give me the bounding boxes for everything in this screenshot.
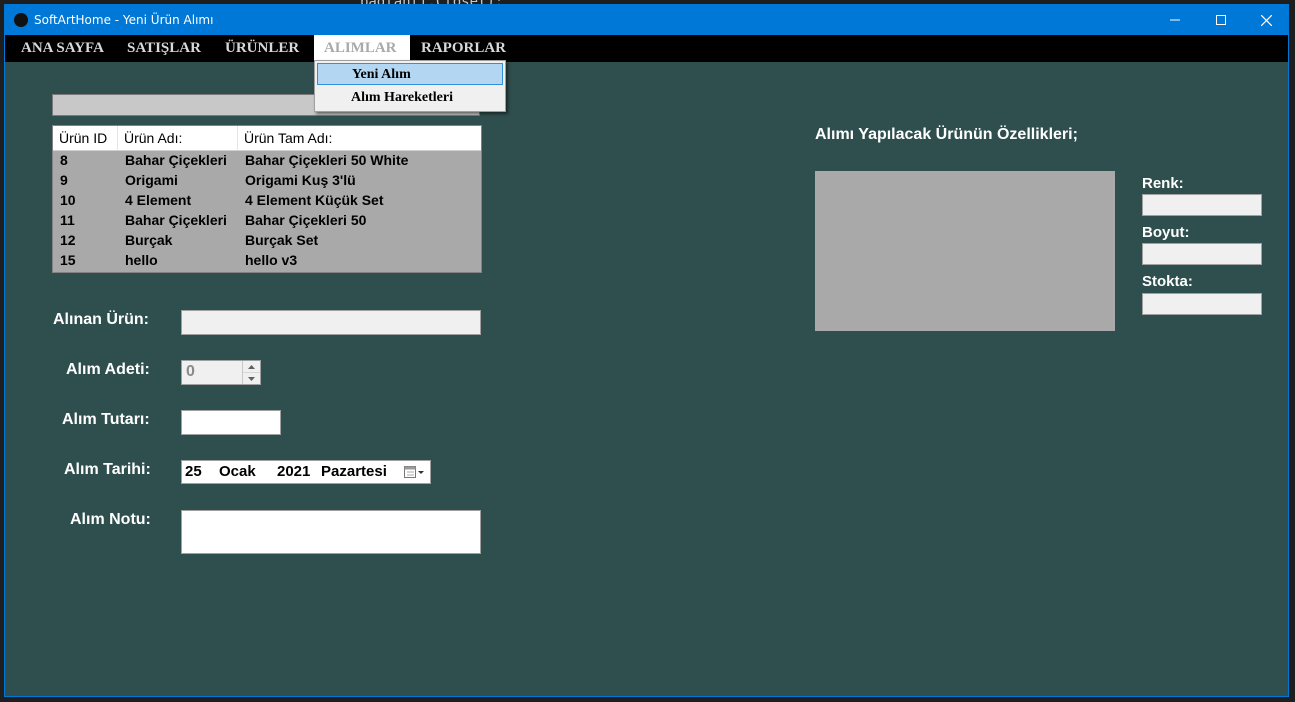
- stepper-down-button[interactable]: [243, 373, 260, 384]
- menu-bar: ANA SAYFA SATIŞLAR ÜRÜNLER ALIMLAR RAPOR…: [5, 35, 1288, 62]
- cell-full-name: Origami Kuş 3'lü: [245, 172, 356, 188]
- amount-label: Alım Tutarı:: [62, 411, 150, 428]
- menu-item-alim-hareketleri[interactable]: Alım Hareketleri: [317, 87, 503, 109]
- menu-ana-sayfa[interactable]: ANA SAYFA: [11, 35, 114, 62]
- cell-id: 9: [60, 172, 68, 188]
- size-field[interactable]: [1142, 243, 1262, 265]
- cell-name: 4 Element: [125, 192, 192, 208]
- minimize-button[interactable]: [1152, 5, 1198, 35]
- app-logo-icon: [14, 13, 28, 27]
- alimlar-dropdown-menu: Yeni Alım Alım Hareketleri: [314, 60, 506, 112]
- color-label: Renk:: [1142, 175, 1184, 192]
- menu-alimlar[interactable]: ALIMLAR: [314, 35, 410, 62]
- stepper-buttons: [242, 361, 260, 384]
- cell-id: 15: [60, 252, 76, 268]
- cell-full-name: hello v3: [245, 252, 298, 268]
- cell-full-name: Bahar Çiçekleri 50 White: [245, 152, 409, 168]
- stepper-up-button[interactable]: [243, 361, 260, 373]
- cell-id: 11: [60, 212, 75, 228]
- table-row[interactable]: 8 Bahar Çiçekleri Bahar Çiçekleri 50 Whi…: [53, 150, 481, 170]
- close-icon: [1260, 14, 1272, 26]
- maximize-button[interactable]: [1198, 5, 1244, 35]
- product-image: [815, 171, 1115, 331]
- cell-full-name: Burçak Set: [245, 232, 319, 248]
- cell-name: Bahar Çiçekleri: [125, 152, 227, 168]
- table-row[interactable]: 15 hello hello v3: [53, 250, 481, 270]
- chevron-up-icon: [248, 364, 255, 369]
- stock-label: Stokta:: [1142, 273, 1193, 290]
- column-header-name[interactable]: Ürün Adı:: [118, 126, 238, 150]
- cell-name: Origami: [125, 172, 178, 188]
- quantity-stepper[interactable]: 0: [181, 360, 261, 385]
- note-label: Alım Notu:: [70, 511, 151, 528]
- close-button[interactable]: [1243, 5, 1289, 35]
- chevron-down-icon: [248, 376, 255, 381]
- list-header: Ürün ID Ürün Adı: Ürün Tam Adı:: [53, 126, 481, 151]
- color-field[interactable]: [1142, 194, 1262, 216]
- cell-id: 8: [60, 152, 68, 168]
- cell-id: 12: [60, 232, 76, 248]
- cell-name: Bahar Çiçekleri: [125, 212, 227, 228]
- date-picker[interactable]: 25 Ocak 2021 Pazartesi: [181, 460, 431, 484]
- table-row[interactable]: 12 Burçak Burçak Set: [53, 230, 481, 250]
- size-label: Boyut:: [1142, 224, 1190, 241]
- calendar-dropdown-icon[interactable]: [404, 466, 426, 479]
- date-month: Ocak: [219, 463, 256, 480]
- column-header-id[interactable]: Ürün ID: [53, 126, 118, 150]
- app-window: SoftArtHome - Yeni Ürün Alımı ANA SAYFA …: [4, 4, 1289, 697]
- menu-item-yeni-alim[interactable]: Yeni Alım: [317, 63, 503, 85]
- menu-raporlar[interactable]: RAPORLAR: [411, 35, 516, 62]
- window-title: SoftArtHome - Yeni Ürün Alımı: [34, 13, 214, 27]
- cell-name: Burçak: [125, 232, 173, 248]
- maximize-icon: [1216, 15, 1226, 25]
- product-label: Alınan Ürün:: [53, 311, 149, 328]
- cell-full-name: 4 Element Küçük Set: [245, 192, 384, 208]
- details-heading: Alımı Yapılacak Ürünün Özellikleri;: [815, 126, 1078, 143]
- table-row[interactable]: 9 Origami Origami Kuş 3'lü: [53, 170, 481, 190]
- date-label: Alım Tarihi:: [64, 461, 151, 478]
- quantity-label: Alım Adeti:: [66, 361, 150, 378]
- quantity-value: 0: [186, 363, 195, 380]
- table-row[interactable]: 11 Bahar Çiçekleri Bahar Çiçekleri 50: [53, 210, 481, 230]
- title-bar[interactable]: SoftArtHome - Yeni Ürün Alımı: [5, 5, 1288, 35]
- note-field[interactable]: [181, 510, 481, 554]
- date-weekday: Pazartesi: [321, 463, 387, 480]
- cell-id: 10: [60, 192, 76, 208]
- stock-field[interactable]: [1142, 293, 1262, 315]
- menu-satislar[interactable]: SATIŞLAR: [117, 35, 211, 62]
- date-year: 2021: [277, 463, 311, 480]
- product-list[interactable]: Ürün ID Ürün Adı: Ürün Tam Adı: 8 Bahar …: [52, 125, 482, 273]
- cell-name: hello: [125, 252, 158, 268]
- minimize-icon: [1170, 19, 1180, 21]
- product-field[interactable]: [181, 310, 481, 335]
- menu-urunler[interactable]: ÜRÜNLER: [215, 35, 309, 62]
- amount-field[interactable]: [181, 410, 281, 435]
- table-row[interactable]: 10 4 Element 4 Element Küçük Set: [53, 190, 481, 210]
- date-day: 25: [185, 463, 202, 480]
- cell-full-name: Bahar Çiçekleri 50: [245, 212, 367, 228]
- column-header-full-name[interactable]: Ürün Tam Adı:: [238, 126, 481, 150]
